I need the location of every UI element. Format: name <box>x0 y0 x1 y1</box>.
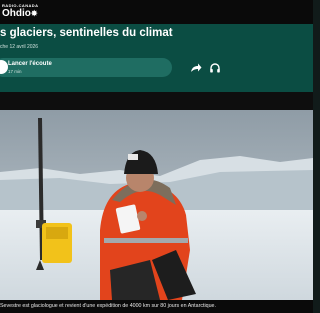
listen-label: Lancer l'écoute <box>8 61 52 67</box>
episode-title: s glaciers, sentinelles du climat <box>0 27 173 39</box>
ohdio-logo[interactable]: RADIO-CANADA Ohdio✸ <box>2 3 38 19</box>
logo-title: Ohdio <box>2 8 31 19</box>
glaciologist-photo <box>0 110 313 300</box>
top-bar: RADIO-CANADA Ohdio✸ <box>0 0 313 24</box>
episode-date: che 12 avril 2026 <box>0 44 39 50</box>
headphones-icon[interactable] <box>209 62 221 74</box>
photo-caption: Sevestre est glaciologue et revient d'un… <box>0 303 216 309</box>
logo-mark-icon: ✸ <box>30 9 38 18</box>
caption-bar: Sevestre est glaciologue et revient d'un… <box>0 300 313 313</box>
listen-button[interactable]: Lancer l'écoute 17 min <box>0 58 172 77</box>
listen-duration: 17 min <box>8 69 22 74</box>
share-icon[interactable] <box>190 62 202 74</box>
divider-band <box>0 92 313 110</box>
play-icon <box>0 60 8 74</box>
